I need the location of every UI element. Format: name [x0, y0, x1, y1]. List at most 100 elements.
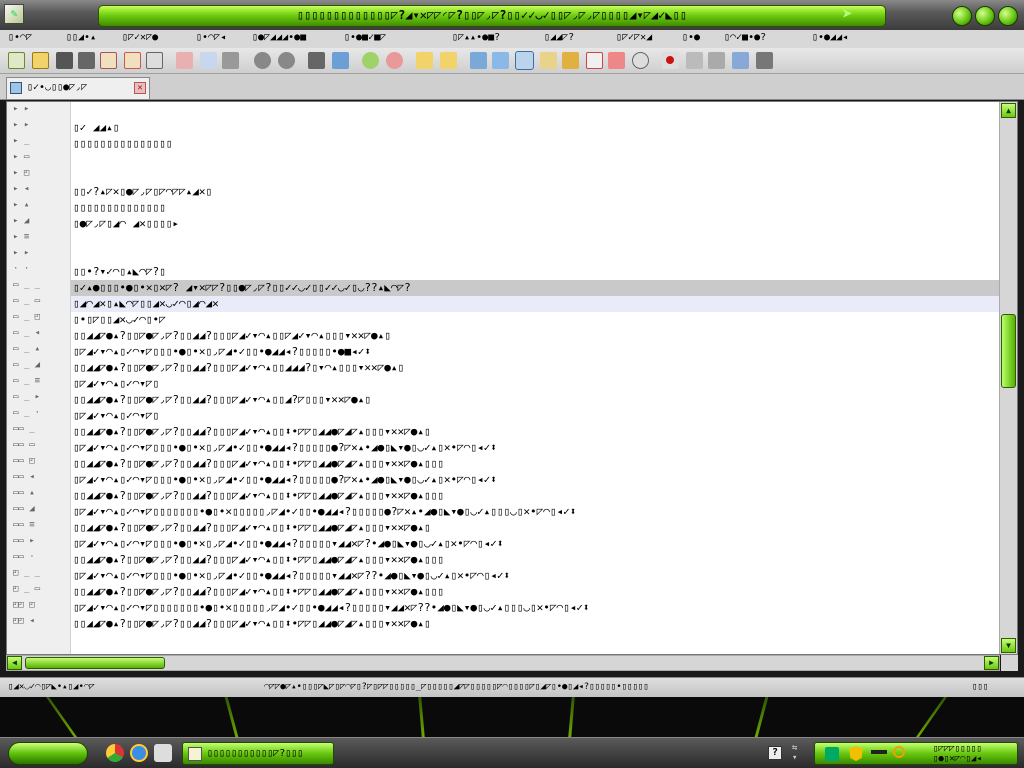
gutter-marker[interactable]: ▸ ◢ — [7, 216, 71, 232]
search-icon[interactable] — [893, 746, 905, 758]
gutter-marker[interactable]: ▸ ◰ — [7, 168, 71, 184]
eye-icon[interactable] — [632, 52, 649, 69]
record-macro-icon[interactable] — [662, 52, 679, 69]
vertical-scrollbar[interactable]: ▲ ▼ — [999, 102, 1017, 654]
menu-search[interactable]: ▯◸✓✕◸● — [122, 32, 158, 43]
battery-icon[interactable] — [871, 750, 887, 754]
play-macro-icon[interactable] — [708, 52, 725, 69]
gutter-marker[interactable]: ◰◰ ◂ — [7, 616, 71, 632]
text-line[interactable] — [71, 232, 999, 248]
taskbar-item-notepad[interactable]: ▯▯▯▯▯▯▯▯▯▯▯◸?▯▯▯ — [182, 742, 334, 765]
current-line[interactable]: ▯◢◠◢✕▯▴◣◠◸▯▯◢✕◡✓◠▯◢◠◢✕ — [71, 296, 999, 312]
app-icon[interactable]: ✎ — [4, 4, 24, 24]
text-line[interactable]: ▯▯◢◢◸●▴?▯▯◸●◸◞◸?▯▯◢◢?▯▯▯◸◢✓▾◠▴▯▯⬍•◸◸▯◢◢●… — [71, 584, 999, 600]
gutter-marker[interactable]: ▭▭ ≡ — [7, 520, 71, 536]
text-line[interactable]: ▯•▯◸▯▯◢✕◡✓◠▯•◸ — [71, 312, 999, 328]
gutter-marker[interactable]: ▭▭ ◰ — [7, 456, 71, 472]
gutter-marker[interactable]: ▭ _ ▸ — [7, 392, 71, 408]
new-file-icon[interactable] — [8, 52, 25, 69]
internet-explorer-icon[interactable] — [130, 744, 148, 762]
undo-icon[interactable] — [254, 52, 271, 69]
menu-language[interactable]: ▯•●■✓■◸ — [344, 32, 386, 43]
gutter-marker[interactable]: ▭▭ ◂ — [7, 472, 71, 488]
text-line[interactable]: ▯▯▯▯▯▯▯▯▯▯▯▯▯▯ — [71, 200, 999, 216]
text-line[interactable]: ▯◸◢✓▾◠▴▯✓◠▾◸▯▯▯•●▯•✕▯◞◸◢•✓▯▯•●◢◢◂?▯▯▯▯▯▾… — [71, 536, 999, 552]
horizontal-scroll-thumb[interactable] — [25, 657, 165, 669]
function-list-icon[interactable] — [562, 52, 579, 69]
text-line[interactable]: ▯▯◢◢◸●▴?▯▯◸●◸◞◸?▯▯◢◢?▯▯▯◸◢✓▾◠▴▯▯◢◢◢?▯▾◠▴… — [71, 360, 999, 376]
menu-file[interactable]: ▯•◠◸ — [8, 32, 32, 43]
gutter-marker[interactable]: ▭▭ ▴ — [7, 488, 71, 504]
gutter-marker[interactable]: ▭ _ ◢ — [7, 360, 71, 376]
cut-icon[interactable] — [176, 52, 193, 69]
text-line[interactable]: ▯▯◢◢◸●▴?▯▯◸●◸◞◸?▯▯◢◢?▯▯▯◸◢✓▾◠▴▯▯◢?◸▯▯▯▾✕… — [71, 392, 999, 408]
clock-date[interactable]: ▯●▯✕◸◠▯◢◂ — [933, 754, 982, 764]
menu-edit[interactable]: ▯▯◢•▴ — [66, 32, 96, 43]
show-desktop-icon[interactable] — [154, 744, 172, 762]
text-line[interactable]: ▯▯◢◢◸●▴?▯▯◸●◸◞◸?▯▯◢◢?▯▯▯◸◢✓▾◠▴▯▯⬍•◸◸▯◢◢●… — [71, 616, 999, 632]
tray-arrows-icon[interactable]: ⇆ ▾ — [792, 743, 797, 763]
close-all-icon[interactable] — [124, 52, 141, 69]
text-line[interactable] — [71, 168, 999, 184]
text-line[interactable]: ▯✓ ◢◢▴▯ — [71, 120, 999, 136]
gutter-marker[interactable]: ▸ ▸ — [7, 120, 71, 136]
line-gutter[interactable]: ▸ ▸ ▸ ▸ ▸ _ ▸ ▭ ▸ ◰ ▸ ◂ ▸ ▴ ▸ ◢ ▸ ≡ ▸ ▸ · · ▭ _ _ ▭ … — [7, 102, 71, 654]
maximize-button[interactable] — [975, 6, 995, 26]
tab-close-icon[interactable]: ✕ — [134, 82, 146, 94]
gutter-marker[interactable]: ▸ _ — [7, 136, 71, 152]
print-icon[interactable] — [146, 52, 163, 69]
sync-vertical-icon[interactable] — [416, 52, 433, 69]
sync-horizontal-icon[interactable] — [440, 52, 457, 69]
close-file-icon[interactable] — [100, 52, 117, 69]
text-line[interactable]: ▯▯▯▯▯▯▯▯▯▯▯▯▯▯▯ — [71, 136, 999, 152]
text-line[interactable]: ▯▯•?▾✓◠▯▴◣◠◸?▯ — [71, 264, 999, 280]
word-wrap-icon[interactable] — [470, 52, 487, 69]
gutter-marker[interactable]: ▭ _ ▴ — [7, 344, 71, 360]
shield-icon[interactable] — [849, 746, 863, 761]
copy-icon[interactable] — [200, 52, 217, 69]
vertical-scroll-thumb[interactable] — [1001, 314, 1016, 388]
gutter-marker[interactable]: ▭▭ ▸ — [7, 536, 71, 552]
save-icon[interactable] — [56, 52, 73, 69]
text-line[interactable]: ▯▯◢◢◸●▴?▯▯◸●◸◞◸?▯▯◢◢?▯▯▯◸◢✓▾◠▴▯▯⬍•◸◸▯◢◢●… — [71, 552, 999, 568]
zoom-out-icon[interactable] — [386, 52, 403, 69]
text-line[interactable]: ▯▯◢◢◸●▴?▯▯◸●◸◞◸?▯▯◢◢?▯▯▯◸◢✓▾◠▴▯▯⬍•◸◸▯◢◢●… — [71, 488, 999, 504]
save-all-icon[interactable] — [78, 52, 95, 69]
scroll-up-arrow-icon[interactable]: ▲ — [1001, 103, 1016, 118]
text-line[interactable] — [71, 248, 999, 264]
menu-view[interactable]: ▯•◠◸◂ — [196, 32, 226, 43]
text-line[interactable]: ▯◸◢✓▾◠▴▯✓◠▾◸▯▯▯▯▯▯▯•●▯•✕▯▯▯▯▯◞◸◢•✓▯▯•●◢◢… — [71, 600, 999, 616]
menu-run[interactable]: ▯•● — [682, 32, 700, 43]
scroll-right-arrow-icon[interactable]: ▶ — [984, 656, 999, 670]
text-line[interactable]: ▯▯◢◢◸●▴?▯▯◸●◸◞◸?▯▯◢◢?▯▯▯◸◢✓▾◠▴▯▯◸◢✓▾◠▴▯▯… — [71, 328, 999, 344]
monitoring-icon[interactable] — [608, 52, 625, 69]
text-line[interactable]: ▯▯◢◢◸●▴?▯▯◸●◸◞◸?▯▯◢◢?▯▯▯◸◢✓▾◠▴▯▯⬍•◸◸▯◢◢●… — [71, 520, 999, 536]
title-bar[interactable]: ✎ ▯▯▯▯▯▯▯▯▯▯▯▯▯◸?◢▾✕◸◸◜◸?▯▯◸◞◸?▯▯✓✓◡✓▯▯◸… — [0, 0, 1024, 30]
folder-as-workspace-icon[interactable] — [586, 52, 603, 69]
redo-icon[interactable] — [278, 52, 295, 69]
menu-plugins[interactable]: ▯◠✓■•●? — [724, 32, 766, 43]
menu-encoding[interactable]: ▯●◸◢◢◢•●■ — [252, 32, 306, 43]
text-line[interactable]: ▯◸◢✓▾◠▴▯✓◠▾◸▯ — [71, 376, 999, 392]
text-line[interactable]: ▯◸◢✓▾◠▴▯✓◠▾◸▯▯▯•●▯•✕▯◞◸◢•✓▯▯•●◢◢◂?▯▯▯▯▯●… — [71, 440, 999, 456]
gutter-marker[interactable]: ▭ _ _ — [7, 280, 71, 296]
scroll-left-arrow-icon[interactable]: ◀ — [7, 656, 22, 670]
open-folder-icon[interactable] — [32, 52, 49, 69]
editor[interactable]: ▸ ▸ ▸ ▸ ▸ _ ▸ ▭ ▸ ◰ ▸ ◂ ▸ ▴ ▸ ◢ ▸ ≡ ▸ ▸ · · ▭ _ _ ▭ … — [6, 101, 1018, 655]
find-icon[interactable] — [308, 52, 325, 69]
gutter-marker[interactable]: ▭ _ ◰ — [7, 312, 71, 328]
gutter-marker[interactable]: ▭ _ ▭ — [7, 296, 71, 312]
close-button[interactable] — [998, 6, 1018, 26]
save-macro-icon[interactable] — [756, 52, 773, 69]
gutter-marker[interactable]: ◰ _ _ — [7, 568, 71, 584]
minimize-button[interactable] — [952, 6, 972, 26]
text-line[interactable]: ▯◸◢✓▾◠▴▯✓◠▾◸▯▯▯•●▯•✕▯◞◸◢•✓▯▯•●◢◢◂?▯▯▯▯▯●… — [71, 472, 999, 488]
text-line[interactable]: ▯◸◢✓▾◠▴▯✓◠▾◸▯ — [71, 408, 999, 424]
gutter-marker[interactable]: ▸ ≡ — [7, 232, 71, 248]
gutter-marker[interactable]: ▭▭ _ — [7, 424, 71, 440]
menu-tools[interactable]: ▯◢◢◸? — [544, 32, 574, 43]
text-line[interactable]: ▯▯◢◢◸●▴?▯▯◸●◸◞◸?▯▯◢◢?▯▯▯◸◢✓▾◠▴▯▯⬍•◸◸▯◢◢●… — [71, 456, 999, 472]
clock-time[interactable]: ▯◸◸◸▯▯▯▯▯ — [933, 744, 982, 754]
text-line[interactable]: ▯◸◢✓▾◠▴▯✓◠▾◸▯▯▯•●▯•✕▯◞◸◢•✓▯▯•●◢◢◂?▯▯▯▯▯•… — [71, 344, 999, 360]
text-line[interactable] — [71, 104, 999, 120]
